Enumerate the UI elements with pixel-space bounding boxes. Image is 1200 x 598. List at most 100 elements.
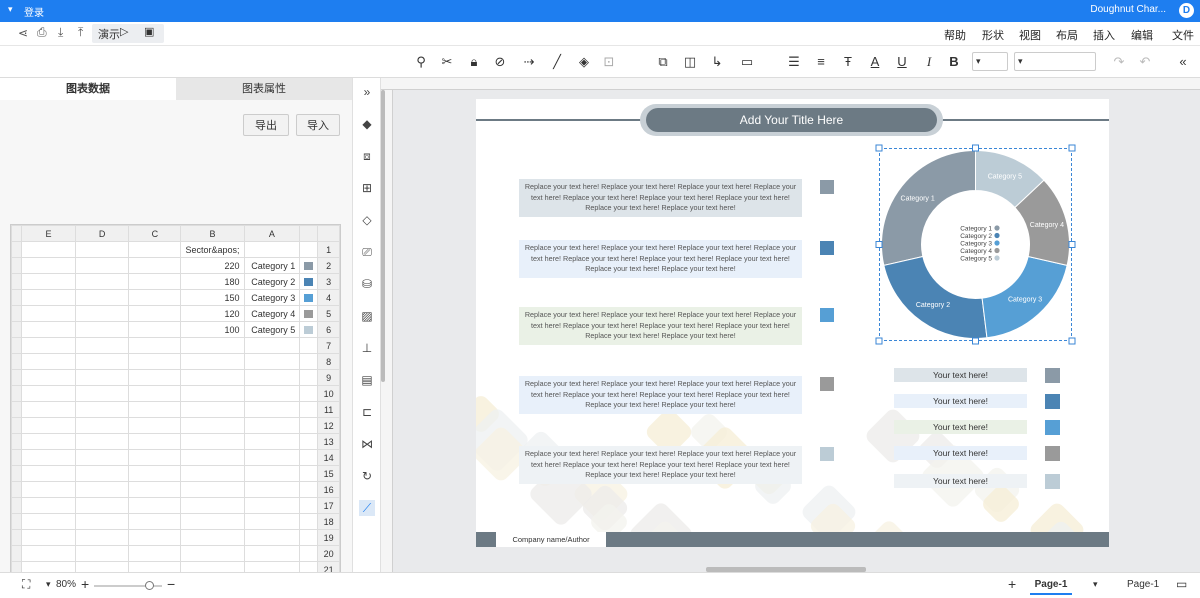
cell-b[interactable]: 180 <box>180 273 245 290</box>
color-swatch-cell[interactable] <box>299 401 319 418</box>
cell-c[interactable] <box>128 401 182 418</box>
cell-d[interactable] <box>74 257 130 274</box>
color-swatch[interactable] <box>304 277 314 286</box>
lock-icon[interactable]: 🔒︎ <box>465 53 483 71</box>
template-icon[interactable]: ▤ <box>359 372 375 388</box>
zoom-slider-handle[interactable] <box>145 581 154 590</box>
cell-e[interactable] <box>20 481 76 498</box>
color-swatch-cell[interactable] <box>299 385 319 402</box>
connector-icon[interactable]: ↳ <box>708 53 726 71</box>
cell-a[interactable] <box>243 385 301 402</box>
line-spacing-icon[interactable]: ☰ <box>785 53 803 71</box>
cell-b[interactable]: 220 <box>180 257 245 274</box>
cell-a[interactable] <box>243 417 301 434</box>
cell-d[interactable] <box>74 417 130 434</box>
menu-view[interactable]: 视图 <box>1019 27 1041 43</box>
cell-d[interactable] <box>74 433 130 450</box>
color-swatch[interactable] <box>304 309 314 318</box>
resize-handle[interactable] <box>875 241 883 248</box>
cell-b[interactable]: 100 <box>180 321 245 338</box>
cell-d[interactable] <box>74 449 130 466</box>
crop-icon[interactable]: ⊡ <box>600 53 618 71</box>
share-icon[interactable]: ⋖ <box>18 26 28 40</box>
cell-a[interactable] <box>243 401 301 418</box>
zoom-out-icon[interactable]: − <box>167 576 175 592</box>
cell-e[interactable] <box>20 257 76 274</box>
text-box[interactable]: Replace your text here! Replace your tex… <box>519 446 802 484</box>
cell-c[interactable] <box>128 417 182 434</box>
cell-b[interactable]: 150 <box>180 289 245 306</box>
collapse-panel-icon[interactable]: « <box>1174 53 1192 71</box>
fit-screen-icon[interactable]: ⛶ <box>22 577 30 592</box>
color-swatch-cell[interactable] <box>299 545 319 562</box>
cell-a[interactable] <box>243 497 301 514</box>
cell-e[interactable] <box>20 449 76 466</box>
search-icon[interactable]: ⚲ <box>412 53 430 71</box>
layers-icon[interactable]: ◇ <box>359 212 375 228</box>
cell-b[interactable] <box>180 545 245 562</box>
tools-icon[interactable]: ✂ <box>438 53 456 71</box>
resize-handle[interactable] <box>972 144 979 152</box>
cell-c[interactable] <box>128 273 182 290</box>
color-swatch[interactable] <box>304 325 314 334</box>
arrange-icon[interactable]: ◫ <box>681 53 699 71</box>
legend-text-box[interactable]: Your text here! <box>894 368 1027 382</box>
cell-b[interactable] <box>180 449 245 466</box>
login-link[interactable]: 登录 <box>24 4 44 19</box>
cell-d[interactable] <box>74 241 130 258</box>
cell-c[interactable] <box>128 305 182 322</box>
cell-a[interactable]: Category 2 <box>243 273 301 290</box>
color-swatch-cell[interactable] <box>299 433 319 450</box>
cell-e[interactable] <box>20 273 76 290</box>
format-icon[interactable]: ⊏ <box>359 404 375 420</box>
resize-handle[interactable] <box>875 337 883 345</box>
paint-bucket-icon[interactable]: ◆ <box>359 116 375 132</box>
color-swatch-cell[interactable] <box>299 353 319 370</box>
cell-a[interactable] <box>243 465 301 482</box>
line-color-icon[interactable]: ╱ <box>548 53 566 71</box>
cell-a[interactable] <box>243 545 301 562</box>
font-color-icon[interactable]: A <box>866 53 884 71</box>
upload-icon[interactable]: ⤒ <box>78 25 83 40</box>
mindmap-icon[interactable]: ⋈ <box>359 436 375 452</box>
cell-b[interactable] <box>180 337 245 354</box>
color-swatch-cell[interactable] <box>299 273 319 290</box>
grid-icon[interactable]: ⊞ <box>359 180 375 196</box>
cell-e[interactable] <box>20 401 76 418</box>
cell-a[interactable]: Category 3 <box>243 289 301 306</box>
cell-b[interactable] <box>180 465 245 482</box>
cell-e[interactable] <box>20 369 76 386</box>
text-style-icon[interactable]: Ŧ <box>839 53 857 71</box>
italic-icon[interactable]: I <box>920 53 938 71</box>
cell-b[interactable] <box>180 401 245 418</box>
legend-text-box[interactable]: Your text here! <box>894 394 1027 408</box>
cell-b[interactable] <box>180 513 245 530</box>
doughnut-slice[interactable] <box>883 255 988 339</box>
cell-c[interactable] <box>128 321 182 338</box>
color-swatch-cell[interactable] <box>299 241 319 258</box>
zoom-in-icon[interactable]: + <box>81 576 89 592</box>
cell-d[interactable] <box>74 321 130 338</box>
cell-c[interactable] <box>128 481 182 498</box>
cell-b[interactable] <box>180 353 245 370</box>
cell-c[interactable] <box>128 545 182 562</box>
import-button[interactable]: 导入 <box>296 114 340 136</box>
cell-d[interactable] <box>74 353 130 370</box>
color-swatch-cell[interactable] <box>299 289 319 306</box>
resize-handle[interactable] <box>1068 144 1076 152</box>
text-box[interactable]: Replace your text here! Replace your tex… <box>519 179 802 217</box>
cell-c[interactable] <box>128 369 182 386</box>
cell-e[interactable] <box>20 497 76 514</box>
text-box[interactable]: Replace your text here! Replace your tex… <box>519 376 802 414</box>
cell-a[interactable]: Category 5 <box>243 321 301 338</box>
cell-d[interactable] <box>74 545 130 562</box>
color-swatch-cell[interactable] <box>299 321 319 338</box>
cell-a[interactable] <box>243 513 301 530</box>
chevron-down-icon[interactable]: ▾ <box>46 579 51 590</box>
cell-a[interactable] <box>243 241 301 258</box>
color-swatch[interactable] <box>304 293 314 302</box>
cell-e[interactable] <box>20 513 76 530</box>
cell-e[interactable] <box>20 417 76 434</box>
resize-handle[interactable] <box>1068 241 1076 248</box>
org-chart-icon[interactable]: ⊥ <box>359 340 375 356</box>
